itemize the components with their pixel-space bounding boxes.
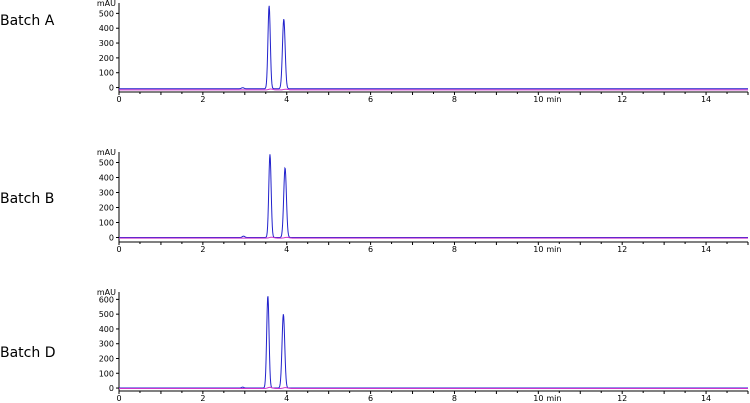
y-unit-label: mAU <box>97 148 116 157</box>
chart-panel-2: 0100200300400500600mAU0 2 4 6 8 10 12 14min <box>97 288 749 403</box>
x-tick-label: 10 <box>533 394 543 403</box>
trace-line-0 <box>119 296 748 389</box>
x-tick-label: 10 <box>533 95 543 104</box>
chromatogram-plots: 0100200300400500mAU0 2 4 6 8 10 12 14min0100200… <box>97 0 749 403</box>
chart-panel-1: 0 100 200 300 400 500 mAU 0 2 4 6 8 10 12 14 min <box>97 148 749 254</box>
x-tick-label: 8 <box>452 245 457 254</box>
x-tick-label: 14 <box>701 245 711 254</box>
x-tick-label: 6 <box>368 394 373 403</box>
trace-line-0 <box>119 154 748 238</box>
x-tick-label: 6 <box>368 95 373 104</box>
x-tick-label: 12 <box>617 394 627 403</box>
x-tick-label: 6 <box>368 245 373 254</box>
y-tick-label: 400 <box>99 24 114 33</box>
x-tick-label: 0 <box>116 95 121 104</box>
y-tick-label: 200 <box>99 354 114 363</box>
x-tick-label: 14 <box>701 95 711 104</box>
y-tick-label: 0 <box>109 384 114 393</box>
y-tick-label: 300 <box>99 189 114 198</box>
x-unit-label: min <box>546 245 561 254</box>
x-tick-label: 0 <box>116 245 121 254</box>
x-tick-label: 14 <box>701 394 711 403</box>
x-tick-label: 0 <box>116 394 121 403</box>
y-tick-label: 300 <box>99 340 114 349</box>
x-unit-label: min <box>546 95 561 104</box>
y-tick-label: 200 <box>99 204 114 213</box>
chart-panel-0: 0 100 200 300 400 500mAU 0 2 4 6 8 10 12 14 min <box>97 0 749 104</box>
y-unit-label: mAU <box>97 288 116 297</box>
x-tick-label: 2 <box>200 394 205 403</box>
x-tick-label: 8 <box>452 95 457 104</box>
y-tick-label: 100 <box>99 69 114 78</box>
x-unit-label: min <box>546 394 561 403</box>
y-tick-label: 500 <box>99 310 114 319</box>
y-tick-label: 100 <box>99 369 114 378</box>
x-tick-label: 10 <box>533 245 543 254</box>
y-unit-label: mAU <box>97 0 116 8</box>
x-tick-label: 2 <box>200 95 205 104</box>
y-tick-label: 500 <box>99 159 114 168</box>
x-tick-label: 4 <box>284 95 289 104</box>
x-tick-label: 4 <box>284 245 289 254</box>
y-tick-label: 0 <box>109 84 114 93</box>
y-tick-label: 200 <box>99 54 114 63</box>
y-tick-label: 500 <box>99 9 114 18</box>
y-tick-label: 0 <box>109 234 114 243</box>
y-tick-label: 300 <box>99 39 114 48</box>
x-tick-label: 8 <box>452 394 457 403</box>
y-tick-label: 100 <box>99 219 114 228</box>
y-tick-label: 400 <box>99 174 114 183</box>
y-tick-label: 400 <box>99 325 114 334</box>
trace-line-0 <box>119 5 748 90</box>
x-tick-label: 2 <box>200 245 205 254</box>
x-tick-label: 12 <box>617 95 627 104</box>
x-tick-label: 4 <box>284 394 289 403</box>
x-tick-label: 12 <box>617 245 627 254</box>
